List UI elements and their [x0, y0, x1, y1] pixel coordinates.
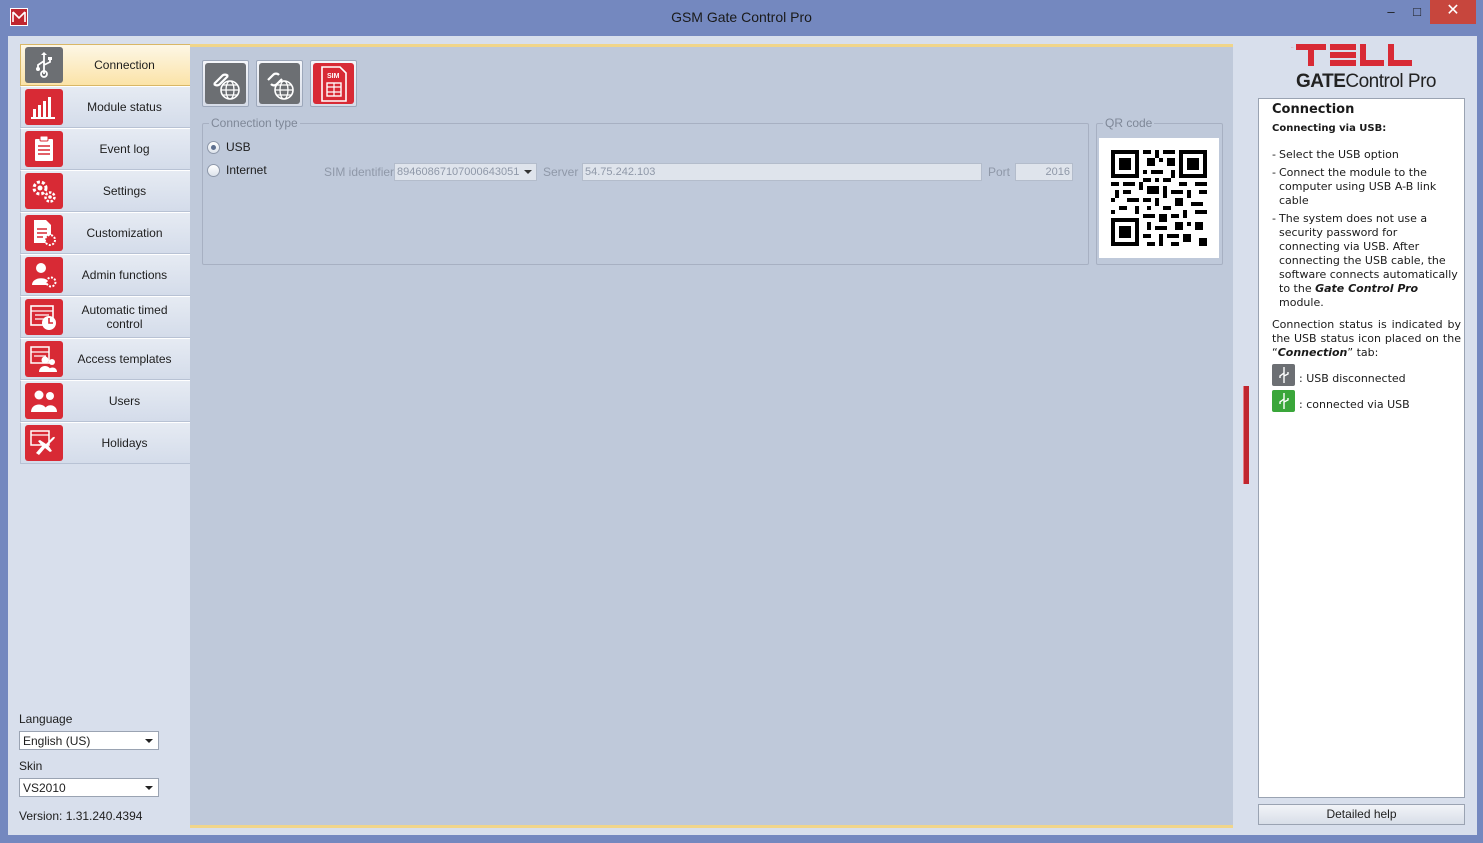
sidebar-item-customization[interactable]: Customization [20, 212, 191, 254]
calendar-plane-icon [25, 425, 63, 461]
server-value: 54.75.242.103 [585, 166, 656, 178]
help-bullet: - Select the USB option [1272, 148, 1399, 161]
gate-control-pro-logo: GATEControl Pro [1296, 71, 1436, 93]
skin-value: VS2010 [23, 781, 66, 795]
sidebar-item-connection[interactable]: Connection [20, 44, 191, 86]
version-label: Version: 1.31.240.4394 [19, 809, 143, 823]
language-label: Language [19, 712, 73, 726]
sidebar-item-label: Admin functions [81, 268, 168, 282]
sim-badge: SIM [327, 73, 340, 80]
usb-connected-icon [1272, 390, 1295, 412]
chevron-down-icon [145, 739, 153, 743]
sim-identifier-label: SIM identifier [324, 165, 395, 179]
radio-internet-label: Internet [226, 163, 267, 177]
sidebar-item-label: Module status [87, 100, 162, 114]
minimize-button[interactable]: – [1377, 0, 1405, 24]
link-globe-icon [205, 63, 246, 104]
connect-internet-button[interactable] [202, 60, 249, 107]
port-label: Port [988, 165, 1011, 179]
admin-user-icon [25, 257, 63, 293]
status-disconnected-text: : USB disconnected [1299, 372, 1406, 385]
sidebar-item-users[interactable]: Users [20, 380, 191, 422]
radio-internet[interactable]: Internet [207, 163, 267, 177]
radio-usb[interactable]: USB [207, 140, 251, 154]
help-subtitle: Connecting via USB: [1272, 123, 1387, 134]
sidebar-item-automatic-timed-control[interactable]: Automatic timed control [20, 296, 191, 338]
help-bullet: - Connect the module to the computer usin… [1272, 166, 1437, 207]
connection-type-legend: Connection type [209, 116, 300, 130]
tell-logo-text: TELL [1291, 47, 1294, 49]
gears-icon [25, 173, 63, 209]
qr-code-legend: QR code [1103, 116, 1155, 130]
skin-label: Skin [19, 759, 43, 773]
sim-settings-button[interactable]: SIM [310, 60, 357, 107]
qr-code-image [1099, 138, 1219, 258]
connection-type-group: Connection type [202, 116, 1089, 265]
radio-usb-label: USB [226, 140, 251, 154]
detailed-help-button[interactable]: Detailed help [1258, 804, 1465, 825]
status-connected-text: : connected via USB [1299, 398, 1410, 411]
disconnect-internet-button[interactable] [256, 60, 303, 107]
bar-chart-icon [25, 89, 63, 125]
server-label: Server [543, 165, 579, 179]
sidebar-item-label: Customization [86, 226, 163, 240]
language-select[interactable]: English (US) [19, 731, 159, 750]
skin-select[interactable]: VS2010 [19, 778, 159, 797]
sim-identifier-value: 89460867107000643051 [397, 166, 520, 178]
logo-gate-text: GATE [1296, 71, 1346, 92]
title-bar: GSM Gate Control Pro – □ ✕ [0, 0, 1483, 36]
sidebar-nav: Connection Module status Event log Setti… [20, 44, 191, 464]
help-title: Connection [1272, 102, 1355, 117]
sidebar-item-label: Settings [102, 184, 147, 198]
sidebar-item-settings[interactable]: Settings [20, 170, 191, 212]
help-status-paragraph: Connection status is indicated by the US… [1272, 318, 1461, 359]
sidebar-item-event-log[interactable]: Event log [20, 128, 191, 170]
port-input[interactable]: 2016 [1015, 163, 1073, 181]
sidebar-item-label: Connection [94, 58, 155, 72]
language-value: English (US) [23, 734, 91, 748]
clipboard-icon [25, 131, 63, 167]
sidebar-item-module-status[interactable]: Module status [20, 86, 191, 128]
calendar-clock-icon [25, 299, 63, 335]
sidebar-item-holidays[interactable]: Holidays [20, 422, 191, 464]
server-input[interactable]: 54.75.242.103 [582, 163, 982, 181]
usb-icon [25, 47, 63, 83]
close-button[interactable]: ✕ [1430, 0, 1476, 24]
status-connected-row: : connected via USB [1272, 390, 1461, 412]
broken-link-globe-icon [259, 63, 300, 104]
usb-disconnected-icon [1272, 364, 1295, 386]
maximize-button[interactable]: □ [1403, 0, 1431, 24]
radio-usb-indicator[interactable] [207, 140, 220, 154]
radio-internet-indicator[interactable] [207, 163, 220, 177]
document-gear-icon [25, 215, 63, 251]
port-value: 2016 [1045, 166, 1070, 178]
main-panel: SIM Connection type USB Internet SIM ide… [190, 44, 1233, 828]
panel-splitter-handle[interactable] [1243, 386, 1249, 484]
chevron-down-icon [145, 786, 153, 790]
users-icon [25, 383, 63, 419]
chevron-down-icon [524, 170, 532, 174]
help-panel: Connection Connecting via USB: - Select t… [1258, 98, 1465, 798]
sidebar-item-label: Access templates [77, 352, 172, 366]
window-title: GSM Gate Control Pro [671, 9, 812, 25]
sidebar-item-label: Automatic timed control [81, 303, 168, 331]
sidebar-item-label: Holidays [101, 436, 148, 450]
calendar-users-icon [25, 341, 63, 377]
status-disconnected-row: : USB disconnected [1272, 364, 1461, 386]
sim-identifier-select[interactable]: 89460867107000643051 [394, 163, 537, 181]
client-area: Connection Module status Event log Setti… [8, 36, 1477, 835]
logo-control-text: Control Pro [1345, 71, 1436, 92]
sidebar-item-label: Users [108, 394, 141, 408]
sidebar-item-admin-functions[interactable]: Admin functions [20, 254, 191, 296]
sidebar-item-label: Event log [99, 142, 150, 156]
sidebar-item-access-templates[interactable]: Access templates [20, 338, 191, 380]
sim-card-icon: SIM [313, 63, 354, 104]
help-bullet: - The system does not use a security pass… [1272, 212, 1458, 309]
